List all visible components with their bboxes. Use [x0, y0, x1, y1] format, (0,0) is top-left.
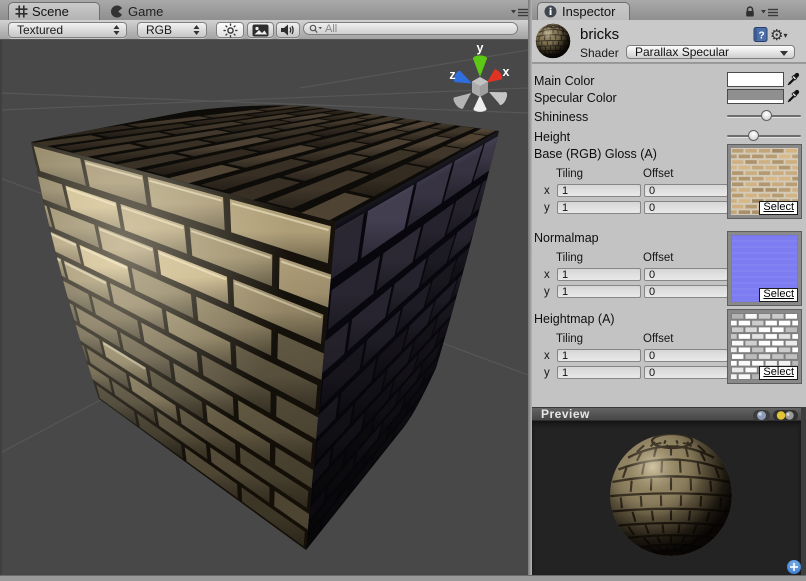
svg-text:?: ?: [759, 31, 765, 42]
svg-text:z: z: [449, 68, 455, 82]
svg-text:y: y: [477, 41, 484, 55]
svg-text:x: x: [503, 65, 510, 79]
